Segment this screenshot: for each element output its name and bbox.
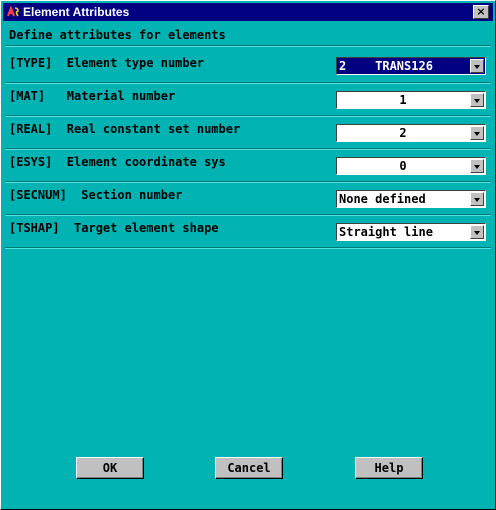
dialog-header-text: Define attributes for elements [9,28,226,42]
real-constant-value: 2 [399,126,407,140]
element-coord-sys-value: 0 [399,159,407,173]
type-label: [TYPE] Element type number [9,56,205,70]
secnum-label: [SECNUM] Section number [9,188,183,202]
divider [5,148,491,150]
element-type-select[interactable]: 2 TRANS126 [336,57,486,75]
ok-button[interactable]: OK [76,457,144,479]
dropdown-arrow-icon[interactable] [470,225,484,239]
mat-label: [MAT] Material number [9,89,176,103]
real-label: [REAL] Real constant set number [9,122,241,136]
material-number-value: 1 [399,93,407,107]
material-number-select[interactable]: 1 [336,91,486,109]
dropdown-arrow-icon[interactable] [470,159,484,173]
section-number-select[interactable]: None defined [336,190,486,208]
dropdown-arrow-icon[interactable] [470,93,484,107]
real-constant-select[interactable]: 2 [336,124,486,142]
target-shape-value: Straight line [339,225,433,239]
dropdown-arrow-icon[interactable] [470,126,484,140]
section-number-value: None defined [339,192,426,206]
divider [5,82,491,84]
divider [5,214,491,216]
title-bar[interactable]: Element Attributes × [3,3,493,21]
divider [5,247,491,249]
help-button[interactable]: Help [355,457,423,479]
element-attributes-dialog: Element Attributes × Define attributes f… [0,0,496,510]
element-type-value: 2 TRANS126 [339,59,433,73]
tshap-label: [TSHAP] Target element shape [9,221,219,235]
divider [5,45,491,47]
element-coord-sys-select[interactable]: 0 [336,157,486,175]
divider [5,115,491,117]
divider [5,181,491,183]
dropdown-arrow-icon[interactable] [470,192,484,206]
ansys-logo-icon [6,6,20,18]
dialog-body: Define attributes for elements [TYPE] El… [3,21,493,507]
window-title: Element Attributes [23,5,130,19]
esys-label: [ESYS] Element coordinate sys [9,155,226,169]
dropdown-arrow-icon[interactable] [470,59,484,73]
close-icon[interactable]: × [473,5,489,19]
target-shape-select[interactable]: Straight line [336,223,486,241]
cancel-button[interactable]: Cancel [215,457,283,479]
